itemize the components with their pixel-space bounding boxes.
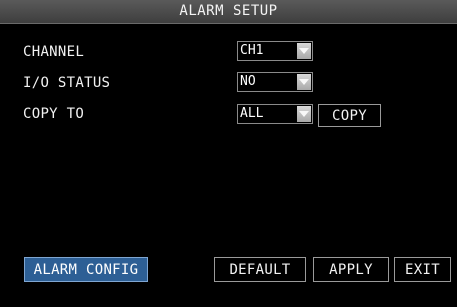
alarm-setup-screen: ALARM SETUP CHANNEL CH1 I/O STATUS NO CO… (0, 0, 457, 307)
chevron-down-icon[interactable] (297, 106, 311, 122)
io-status-label: I/O STATUS (23, 75, 111, 91)
copy-to-dropdown[interactable]: ALL (237, 104, 313, 124)
copy-to-value: ALL (240, 106, 264, 121)
copy-button[interactable]: COPY (318, 104, 381, 127)
chevron-down-icon[interactable] (297, 43, 311, 59)
window-title: ALARM SETUP (179, 3, 278, 19)
channel-label: CHANNEL (23, 44, 85, 60)
io-status-dropdown[interactable]: NO (237, 72, 313, 92)
channel-dropdown[interactable]: CH1 (237, 41, 313, 61)
title-bar: ALARM SETUP (0, 0, 457, 24)
apply-button[interactable]: APPLY (313, 257, 389, 282)
alarm-config-button[interactable]: ALARM CONFIG (24, 257, 148, 282)
exit-button[interactable]: EXIT (394, 257, 451, 282)
default-button[interactable]: DEFAULT (214, 257, 306, 282)
io-status-value: NO (240, 74, 256, 89)
chevron-down-icon[interactable] (297, 74, 311, 90)
channel-value: CH1 (240, 43, 264, 58)
copy-to-label: COPY TO (23, 106, 85, 122)
